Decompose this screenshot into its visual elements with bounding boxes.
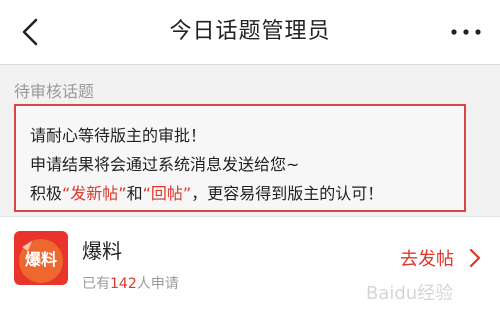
- topic-applicant-count: 已有142人申请: [82, 273, 179, 293]
- highlight-reply: “回帖”: [142, 184, 192, 203]
- topic-thumb-text: 爆料: [25, 250, 57, 269]
- baidu-watermark: Baidu经验: [366, 283, 453, 304]
- go-post-button[interactable]: 去发帖: [400, 245, 454, 271]
- topic-name: 爆料: [82, 239, 122, 263]
- topic-thumbnail-graphic: 爆料: [19, 239, 63, 283]
- meta-prefix: 已有: [82, 276, 110, 292]
- notice-text: ，更容易得到版主的认可！: [191, 184, 384, 203]
- watermark-text: Baidu经验: [366, 283, 453, 304]
- section-label: 待审核话题: [14, 82, 95, 101]
- notice-text: 积极: [30, 184, 63, 203]
- topic-list-item[interactable]: 爆料 爆料 已有142人申请 去发帖 Baidu经验: [0, 216, 500, 317]
- highlight-new-post: “发新帖”: [62, 184, 127, 203]
- navigation-bar: 今日话题管理员: [0, 0, 500, 65]
- notice-box: 请耐心等待版主的审批！ 申请结果将会通过系统消息发送给您~ 积极“发新帖”和“回…: [14, 104, 466, 212]
- topic-thumbnail: 爆料: [14, 231, 68, 285]
- notice-line-1: 请耐心等待版主的审批！: [30, 126, 207, 145]
- notice-text: 和: [126, 184, 143, 203]
- meta-suffix: 人申请: [136, 276, 179, 292]
- notice-line-3: 积极“发新帖”和“回帖”，更容易得到版主的认可！: [30, 180, 383, 204]
- page-title: 今日话题管理员: [169, 19, 331, 44]
- applicant-count: 142: [110, 276, 137, 292]
- more-horizontal-icon[interactable]: [444, 14, 488, 50]
- chevron-right-icon[interactable]: [468, 247, 482, 269]
- notice-line-2: 申请结果将会通过系统消息发送给您~: [30, 155, 300, 174]
